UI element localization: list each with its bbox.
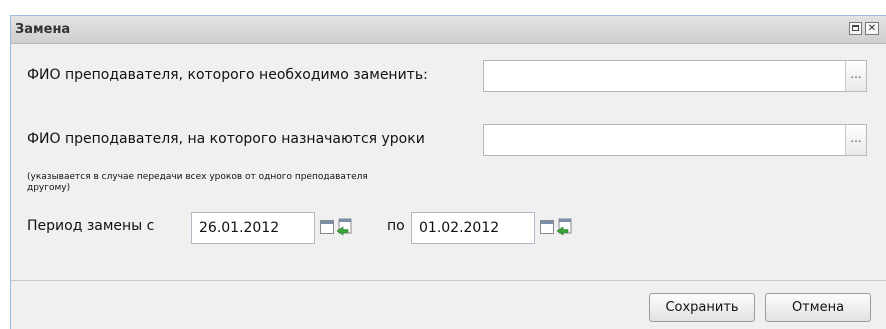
period-label: Период замены с	[27, 218, 155, 234]
teacher-assign-field[interactable]: ...	[483, 124, 867, 156]
teacher-replace-field[interactable]: ...	[483, 60, 867, 92]
maximize-icon[interactable]	[849, 22, 862, 35]
clear-date-icon[interactable]	[557, 218, 573, 236]
date-to-field[interactable]: 01.02.2012	[411, 212, 535, 244]
save-button[interactable]: Сохранить	[649, 293, 755, 322]
teacher-assign-trigger[interactable]: ...	[845, 125, 866, 155]
calendar-icon[interactable]	[320, 220, 334, 234]
calendar-icon[interactable]	[540, 220, 554, 234]
form-panel: ФИО преподавателя, которого необходимо з…	[11, 44, 886, 281]
teacher-assign-label: ФИО преподавателя, на которого назначают…	[27, 131, 425, 147]
po-label: по	[387, 218, 405, 234]
teacher-replace-trigger[interactable]: ...	[845, 61, 866, 91]
date-from-field[interactable]: 26.01.2012	[191, 212, 315, 244]
close-icon[interactable]: ✕	[865, 22, 879, 35]
dialog-titlebar[interactable]: Замена ✕	[11, 16, 886, 44]
teacher-replace-label: ФИО преподавателя, которого необходимо з…	[27, 67, 428, 83]
replacement-dialog: Замена ✕ ФИО преподавателя, которого нео…	[10, 15, 886, 329]
cancel-button[interactable]: Отмена	[765, 293, 871, 322]
clear-date-icon[interactable]	[337, 218, 353, 236]
teacher-assign-hint: (указывается в случае передачи всех урок…	[27, 172, 368, 193]
dialog-title: Замена	[15, 22, 71, 37]
